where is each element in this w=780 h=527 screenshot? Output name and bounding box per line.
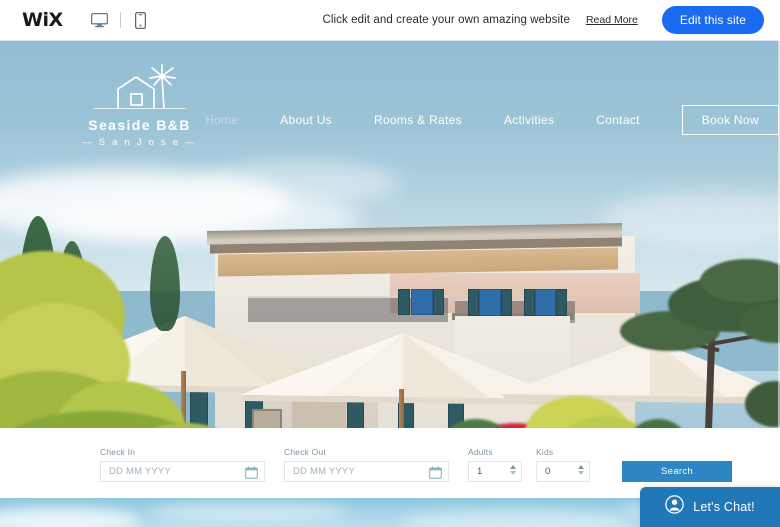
- check-out-label: Check Out: [284, 447, 326, 457]
- edit-this-site-button[interactable]: Edit this site: [661, 6, 764, 34]
- user-avatar-icon: [665, 495, 684, 519]
- adults-label: Adults: [468, 447, 493, 457]
- lets-chat-label: Let's Chat!: [693, 500, 755, 514]
- wix-bar-right-group: Click edit and create your own amazing w…: [322, 6, 764, 34]
- check-in-field: Check In DD MM YYYY: [100, 447, 265, 482]
- site-header: Seaside B&B — S a n J o s e — Home About…: [0, 41, 780, 151]
- stepper-down-icon[interactable]: [510, 471, 516, 475]
- check-in-input[interactable]: DD MM YYYY: [100, 461, 265, 482]
- stepper-down-icon[interactable]: [578, 471, 584, 475]
- kids-field: Kids 0: [536, 447, 590, 482]
- brand-location: — S a n J o s e —: [82, 137, 197, 148]
- calendar-icon[interactable]: [429, 466, 442, 484]
- cloud-wisp: [0, 508, 140, 527]
- window-shutter: [501, 289, 512, 316]
- nav-item-rooms-rates[interactable]: Rooms & Rates: [374, 113, 462, 127]
- adults-value: 1: [477, 466, 483, 477]
- device-separator: [119, 12, 121, 28]
- stepper-up-icon[interactable]: [510, 465, 516, 469]
- adults-stepper[interactable]: 1: [468, 461, 522, 482]
- check-out-input[interactable]: DD MM YYYY: [284, 461, 449, 482]
- window-shutter: [556, 289, 567, 316]
- nav-item-home[interactable]: Home: [205, 113, 238, 127]
- read-more-link[interactable]: Read More: [586, 14, 638, 26]
- book-now-button[interactable]: Book Now: [681, 105, 779, 135]
- window-shutter: [468, 289, 479, 316]
- window-shutter: [433, 289, 444, 315]
- cloud-wisp: [150, 502, 350, 522]
- kids-label: Kids: [536, 447, 554, 457]
- window-shutter: [535, 289, 556, 316]
- stepper-up-icon[interactable]: [578, 465, 584, 469]
- kids-stepper[interactable]: 0: [536, 461, 590, 482]
- check-out-field: Check Out DD MM YYYY: [284, 447, 449, 482]
- window-shutter: [398, 289, 410, 315]
- lets-chat-widget[interactable]: Let's Chat!: [640, 487, 780, 527]
- cloud: [200, 161, 400, 205]
- check-in-placeholder: DD MM YYYY: [109, 466, 172, 477]
- brand-name: Seaside B&B: [88, 117, 191, 133]
- desktop-monitor-icon[interactable]: [87, 8, 113, 32]
- site-brand[interactable]: Seaside B&B — S a n J o s e —: [82, 63, 197, 148]
- booking-fields: Check In DD MM YYYY Check Out DD MM YYYY: [100, 447, 732, 482]
- adults-spinner[interactable]: [510, 465, 516, 475]
- device-preview-toggle-group: [87, 8, 154, 32]
- mobile-phone-icon[interactable]: [128, 8, 154, 32]
- umbrella-pole: [399, 389, 404, 428]
- kids-value: 0: [545, 466, 551, 477]
- check-out-placeholder: DD MM YYYY: [293, 466, 356, 477]
- window-shutter: [479, 289, 501, 316]
- window-shutter: [524, 289, 535, 316]
- window-shutter: [411, 289, 433, 315]
- search-button[interactable]: Search: [622, 461, 732, 482]
- wix-logo[interactable]: WiX: [22, 10, 63, 30]
- nav-item-about-us[interactable]: About Us: [280, 113, 332, 127]
- promo-text: Click edit and create your own amazing w…: [322, 14, 570, 26]
- nav-item-activities[interactable]: Activities: [504, 113, 554, 127]
- cloud-wisp: [400, 510, 630, 527]
- nav-item-contact[interactable]: Contact: [596, 113, 639, 127]
- kids-spinner[interactable]: [578, 465, 584, 475]
- adults-field: Adults 1: [468, 447, 522, 482]
- calendar-icon[interactable]: [245, 466, 258, 484]
- house-and-palm-tree-icon: [82, 63, 197, 114]
- check-in-label: Check In: [100, 447, 136, 457]
- main-navigation: Home About Us Rooms & Rates Activities C…: [205, 105, 779, 135]
- wix-top-bar: WiX Click edit and create your own amazi…: [0, 0, 780, 41]
